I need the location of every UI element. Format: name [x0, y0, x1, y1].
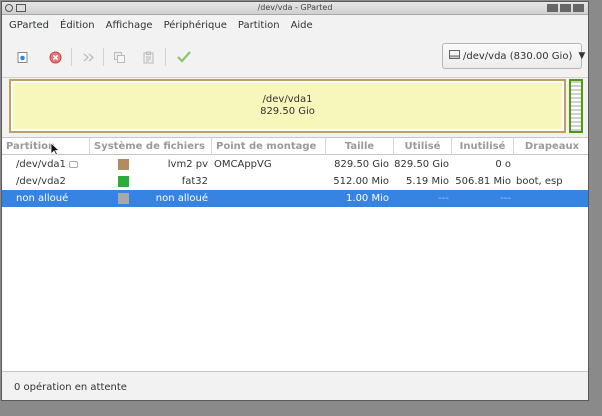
toolbar-separator [71, 48, 72, 66]
gparted-window: /dev/vda - GParted GParted Édition Affic… [1, 1, 589, 401]
cell-used: 5.19 Mio [406, 176, 449, 187]
toolbar-separator [165, 48, 166, 66]
cell-flags: boot, esp [516, 176, 563, 187]
cell-partition: /dev/vda2 [16, 176, 66, 187]
col-used[interactable]: Utilisé [394, 138, 452, 155]
cell-size: 829.50 Gio [334, 159, 389, 170]
device-label: /dev/vda (830.00 Gio) [463, 50, 573, 62]
col-size[interactable]: Taille [326, 138, 394, 155]
cell-used: --- [438, 193, 449, 204]
col-filesystem[interactable]: Système de fichiers [90, 138, 212, 155]
pending-operations: 0 opération en attente [14, 381, 127, 393]
copy-icon[interactable] [112, 50, 126, 64]
filesystem-color-swatch [118, 176, 129, 187]
close-button[interactable] [573, 4, 584, 12]
graph-partition-size: 829.50 Gio [260, 106, 315, 117]
cell-mountpoint [214, 173, 324, 190]
cell-filesystem: non alloué [155, 193, 208, 204]
menu-peripherique[interactable]: Périphérique [164, 20, 227, 31]
device-selector[interactable]: /dev/vda (830.00 Gio) ▼ [442, 43, 586, 69]
graph-partition-name: /dev/vda1 [262, 94, 313, 105]
table-row[interactable]: /dev/vda1 lvm2 pv OMCAppVG 829.50 Gio 82… [2, 156, 588, 173]
filesystem-color-swatch [118, 193, 129, 204]
menu-gparted[interactable]: GParted [9, 20, 49, 31]
apply-icon[interactable] [176, 50, 192, 64]
partition-table: Partition Système de fichiers Point de m… [2, 137, 588, 372]
cell-partition: /dev/vda1 [16, 156, 106, 173]
mouse-cursor-icon [50, 142, 60, 156]
minimize-button[interactable] [547, 4, 558, 12]
cell-unused: 506.81 Mio [455, 176, 511, 187]
cell-mountpoint: OMCAppVG [214, 159, 272, 170]
cell-flags [516, 156, 588, 173]
cell-mountpoint [214, 190, 324, 207]
toolbar: /dev/vda (830.00 Gio) ▼ [2, 36, 588, 78]
menu-aide[interactable]: Aide [291, 20, 313, 31]
col-partition[interactable]: Partition [2, 138, 90, 155]
col-mountpoint[interactable]: Point de montage [212, 138, 326, 155]
graph-partition-vda1[interactable]: /dev/vda1 829.50 Gio [9, 79, 566, 133]
resize-move-icon[interactable] [81, 50, 95, 64]
menu-bar: GParted Édition Affichage Périphérique P… [2, 16, 588, 35]
filesystem-color-swatch [118, 159, 129, 170]
delete-icon[interactable] [48, 50, 62, 64]
cell-used: 829.50 Gio [394, 159, 449, 170]
menu-edition[interactable]: Édition [60, 20, 95, 31]
menu-affichage[interactable]: Affichage [106, 20, 153, 31]
cell-unused: 0 o [495, 159, 511, 170]
table-header: Partition Système de fichiers Point de m… [2, 138, 588, 155]
lock-icon [68, 160, 78, 168]
cell-filesystem: fat32 [181, 176, 208, 187]
dropdown-arrow-icon: ▼ [578, 51, 586, 61]
maximize-button[interactable] [560, 4, 571, 12]
graph-partition-vda2[interactable] [569, 79, 583, 133]
table-row-selected[interactable]: non alloué non alloué 1.00 Mio --- --- [2, 190, 588, 207]
hard-disk-icon [449, 49, 460, 63]
window-buttons [547, 4, 584, 12]
cell-filesystem: lvm2 pv [167, 159, 208, 170]
partition-graph: /dev/vda1 829.50 Gio [9, 79, 583, 133]
col-flags[interactable]: Drapeaux [514, 138, 588, 155]
cell-size: 512.00 Mio [333, 176, 389, 187]
menu-partition[interactable]: Partition [238, 20, 280, 31]
table-row[interactable]: /dev/vda2 fat32 512.00 Mio 5.19 Mio 506.… [2, 173, 588, 190]
status-bar: 0 opération en attente [2, 373, 588, 400]
col-unused[interactable]: Inutilisé [452, 138, 514, 155]
cell-unused: --- [500, 193, 511, 204]
paste-icon[interactable] [141, 50, 155, 64]
toolbar-separator [103, 48, 104, 66]
title-bar[interactable]: /dev/vda - GParted [2, 2, 588, 15]
cell-partition: non alloué [16, 193, 69, 204]
cell-size: 1.00 Mio [346, 193, 389, 204]
new-partition-icon[interactable] [15, 50, 29, 64]
window-title: /dev/vda - GParted [257, 3, 333, 12]
cell-flags [516, 190, 588, 207]
